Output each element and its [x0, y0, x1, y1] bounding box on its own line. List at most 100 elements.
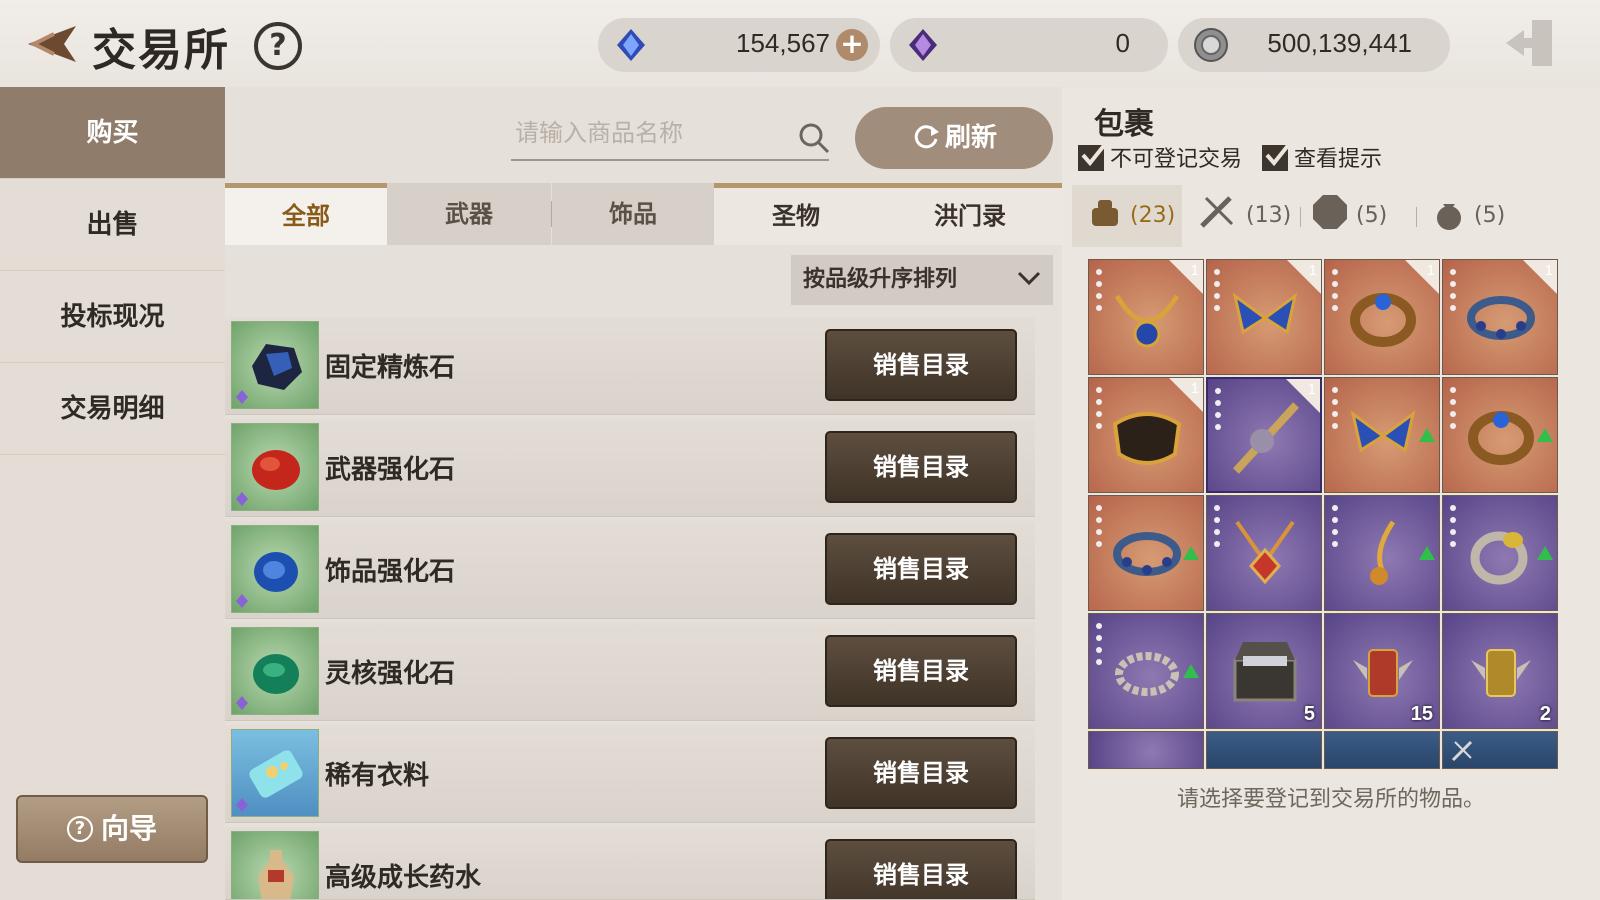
- earring-icon: [1370, 520, 1396, 585]
- question-icon: ?: [66, 816, 93, 842]
- inventory-grid: 1 1 1 1 1 1 5 15 2: [1088, 259, 1560, 769]
- search-icon[interactable]: [797, 121, 831, 155]
- tab-all[interactable]: 全部: [225, 183, 387, 245]
- inventory-slot-gem-bracelet[interactable]: [1088, 495, 1204, 611]
- search-underline: [511, 159, 829, 161]
- growth-potion-icon: [231, 831, 319, 899]
- item-name: 稀有衣料: [325, 761, 430, 791]
- inventory-slot-earring[interactable]: [1324, 495, 1440, 611]
- sales-catalog-button[interactable]: 销售目录: [825, 839, 1017, 899]
- inventory-slot-red-talisman[interactable]: 15: [1324, 613, 1440, 729]
- guide-label: 向导: [100, 812, 157, 845]
- untradeable-checkbox[interactable]: 不可登记交易: [1078, 141, 1242, 173]
- sidebar-item-sell[interactable]: 出售: [0, 179, 225, 271]
- guide-button[interactable]: ? 向导: [16, 795, 208, 863]
- list-item[interactable]: 稀有衣料 销售目录: [225, 725, 1035, 823]
- inventory-slot-amulet[interactable]: [1206, 495, 1322, 611]
- tab-count: (13): [1246, 203, 1292, 228]
- exit-icon[interactable]: [1502, 16, 1558, 70]
- inventory-slot-necklace[interactable]: 1: [1088, 259, 1204, 375]
- inventory-slot-treasure-chest[interactable]: 5: [1206, 613, 1322, 729]
- blue-crystal-icon: [612, 26, 650, 64]
- inventory-slot-brooch[interactable]: 1: [1206, 259, 1322, 375]
- market-panel: 刷新 全部 武器 饰品 圣物 洪门录 按品级升序排列 固定精炼石 销售目录: [225, 87, 1062, 900]
- sales-catalog-button[interactable]: 销售目录: [825, 635, 1017, 707]
- inventory-slot-bracelet[interactable]: 1: [1324, 259, 1440, 375]
- sales-catalog-button[interactable]: 销售目录: [825, 329, 1017, 401]
- inventory-slot-partial[interactable]: [1324, 731, 1440, 769]
- list-item[interactable]: 高级成长药水 销售目录: [225, 827, 1035, 900]
- bracelet-icon: [1468, 411, 1534, 465]
- sales-catalog-button[interactable]: 销售目录: [825, 431, 1017, 503]
- checkbox-checked-icon: [1262, 141, 1292, 171]
- tab-hongmen-record[interactable]: 洪门录: [878, 183, 1062, 245]
- upgrade-arrow-icon: [1183, 664, 1199, 678]
- sidebar-item-bid-status[interactable]: 投标现况: [0, 271, 225, 363]
- tab-gems[interactable]: (5): [1308, 185, 1406, 247]
- currency-blue-crystal: 154,567 +: [598, 18, 880, 72]
- refresh-button[interactable]: 刷新: [855, 107, 1053, 169]
- tab-consumables[interactable]: (5): [1426, 185, 1526, 247]
- inventory-slot-brooch[interactable]: [1324, 377, 1440, 493]
- slot-count: 1: [1307, 381, 1316, 398]
- tab-divider: [1300, 207, 1301, 227]
- inventory-slot-bead-bracelet[interactable]: [1088, 613, 1204, 729]
- back-arrow-icon[interactable]: [14, 20, 78, 68]
- inventory-hint: 请选择要登记到交易所的物品。: [1176, 787, 1485, 812]
- sidebar: 购买 出售 投标现况 交易明细 ? 向导: [0, 87, 225, 900]
- refresh-icon: [914, 125, 939, 149]
- inventory-slot-bracelet[interactable]: [1442, 377, 1558, 493]
- tab-count: (23): [1130, 203, 1176, 228]
- tab-weapons[interactable]: 武器: [387, 183, 551, 245]
- rare-cloth-icon: [231, 729, 319, 817]
- list-item[interactable]: 武器强化石 销售目录: [225, 419, 1035, 517]
- gold-bracer-icon: [1112, 412, 1182, 465]
- tools-icon: [1451, 740, 1473, 762]
- sort-dropdown[interactable]: 按品级升序排列: [791, 255, 1053, 305]
- slot-quantity: 5: [1303, 703, 1315, 725]
- category-tabs: 全部 武器 饰品 圣物 洪门录: [225, 183, 1062, 245]
- inventory-slot-sword-hilt[interactable]: 1: [1206, 377, 1322, 493]
- octagon-icon: [1313, 195, 1347, 229]
- inventory-slot-gem-bracelet[interactable]: 1: [1442, 259, 1558, 375]
- black-refine-stone-icon: [231, 321, 319, 409]
- ring-icon: [1470, 531, 1528, 585]
- untradeable-label: 不可登记交易: [1110, 147, 1243, 172]
- item-name: 高级成长药水: [325, 863, 482, 893]
- help-icon[interactable]: ?: [254, 22, 302, 70]
- tab-divider: [1416, 207, 1417, 227]
- tab-count: (5): [1356, 203, 1388, 228]
- add-currency-button[interactable]: +: [836, 29, 868, 61]
- list-item[interactable]: 饰品强化石 销售目录: [225, 521, 1035, 619]
- gem-bracelet-icon: [1113, 532, 1181, 576]
- chevron-down-icon: [1017, 271, 1041, 286]
- tab-relics[interactable]: 圣物: [714, 183, 878, 245]
- inventory-panel: 包裹 不可登记交易 查看提示 (23) (13) (5) (5) 1 1 1 1…: [1062, 87, 1600, 900]
- sales-catalog-button[interactable]: 销售目录: [825, 533, 1017, 605]
- green-enhance-stone-icon: [231, 627, 319, 715]
- inventory-slot-partial[interactable]: [1088, 731, 1204, 769]
- sidebar-item-trade-history[interactable]: 交易明细: [0, 363, 225, 455]
- sales-catalog-button[interactable]: 销售目录: [825, 737, 1017, 809]
- sidebar-item-buy[interactable]: 购买: [0, 87, 225, 179]
- inventory-slot-partial[interactable]: [1442, 731, 1558, 769]
- show-hints-checkbox[interactable]: 查看提示: [1262, 141, 1382, 173]
- inventory-slot-partial[interactable]: [1206, 731, 1322, 769]
- tab-accessories[interactable]: 饰品: [552, 183, 714, 245]
- inventory-slot-gold-talisman[interactable]: 2: [1442, 613, 1558, 729]
- show-hints-label: 查看提示: [1294, 147, 1383, 172]
- list-item[interactable]: 固定精炼石 销售目录: [225, 317, 1035, 415]
- inventory-slot-gold-bracer[interactable]: 1: [1088, 377, 1204, 493]
- list-item[interactable]: 灵核强化石 销售目录: [225, 623, 1035, 721]
- slot-count: 1: [1190, 380, 1199, 397]
- top-bar: 交易所 ? 154,567 + 0 500,139,441: [0, 0, 1600, 87]
- blue-enhance-stone-icon: [231, 525, 319, 613]
- search-input[interactable]: [515, 111, 785, 155]
- tab-equipment[interactable]: (23): [1072, 185, 1182, 247]
- inventory-slot-ring[interactable]: [1442, 495, 1558, 611]
- item-name: 灵核强化石: [325, 659, 456, 689]
- tab-materials[interactable]: (13): [1190, 185, 1298, 247]
- amulet-necklace-icon: [1235, 520, 1295, 585]
- item-name: 固定精炼石: [325, 353, 456, 383]
- tab-count: (5): [1474, 203, 1506, 228]
